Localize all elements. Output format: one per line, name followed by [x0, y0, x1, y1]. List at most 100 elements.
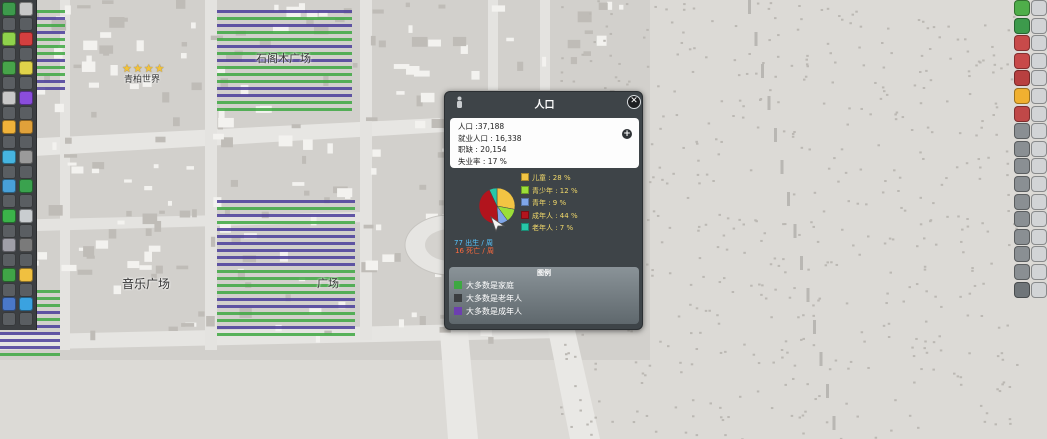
smiley-sub-icon[interactable]: [2, 46, 16, 61]
house-sub-icon[interactable]: [2, 76, 16, 90]
compass-icon[interactable]: [1014, 281, 1030, 298]
pipe-sub-icon[interactable]: [19, 282, 33, 297]
headphones-icon[interactable]: [2, 120, 16, 134]
person-icon[interactable]: [1014, 246, 1030, 263]
map-legend: 图例 大多数是家庭 大多数是老年人 大多数是成年人: [449, 267, 639, 324]
money-alt-icon[interactable]: [1031, 88, 1047, 104]
smiley-icon[interactable]: [2, 31, 16, 46]
box-alt-icon[interactable]: [1031, 140, 1047, 157]
leaf-icon[interactable]: [1014, 17, 1030, 34]
area-sub-icon[interactable]: [2, 223, 16, 238]
district-icon[interactable]: [2, 238, 16, 252]
bus-icon[interactable]: [1014, 35, 1030, 52]
camera-icon[interactable]: [1014, 176, 1030, 192]
landscaping-sub-icon[interactable]: [19, 194, 33, 208]
legend-color-swatch: [454, 281, 462, 289]
pencil-alt-icon[interactable]: [1031, 0, 1047, 16]
shop-alt-icon[interactable]: [1031, 158, 1047, 175]
alert-alt-icon[interactable]: [1031, 105, 1047, 122]
area-icon[interactable]: [2, 208, 16, 223]
factory-alt-icon[interactable]: [1031, 70, 1047, 87]
house-icon[interactable]: [2, 61, 16, 75]
map-label-landmark[interactable]: 青柏世界: [124, 72, 160, 85]
transport-icon[interactable]: [2, 267, 16, 282]
landscaping-icon[interactable]: [19, 179, 33, 193]
map-label-music-square[interactable]: 音乐广场: [122, 275, 170, 292]
close-button[interactable]: ✕: [627, 95, 641, 109]
document-sub-icon[interactable]: [19, 17, 33, 31]
smile-alt-icon[interactable]: [1031, 264, 1047, 280]
gear-alt-icon[interactable]: [1031, 123, 1047, 140]
map-label-south-square[interactable]: 广场: [317, 275, 339, 291]
left-toolbar: [0, 0, 37, 330]
pencil-icon[interactable]: [1014, 0, 1030, 16]
age-legend-label: 成年人 : 44 %: [532, 211, 578, 220]
zone-sub-icon[interactable]: [19, 76, 33, 90]
factory-icon[interactable]: [1014, 70, 1030, 87]
panel-title: 人口: [534, 100, 555, 111]
road-icon[interactable]: [19, 31, 33, 46]
employed-population: 就业人口 : 16,338: [458, 133, 522, 143]
circle-sub-icon[interactable]: [2, 17, 16, 31]
headphones-sub-icon[interactable]: [2, 135, 16, 149]
map-label-top-square[interactable]: 石阁木广场: [256, 50, 311, 66]
compass-alt-icon[interactable]: [1031, 281, 1047, 298]
circle-icon[interactable]: [2, 2, 16, 16]
alert-icon[interactable]: [1014, 105, 1030, 122]
age-legend-label: 青少年 : 12 %: [532, 186, 578, 195]
wrench-icon[interactable]: [19, 208, 33, 223]
road-arc-icon[interactable]: [19, 120, 33, 134]
home-alt-icon[interactable]: [1031, 52, 1047, 69]
camera-alt-icon[interactable]: [1031, 176, 1047, 192]
document-icon[interactable]: [19, 2, 33, 16]
smile-icon[interactable]: [1014, 264, 1030, 280]
fire-sub-icon[interactable]: [2, 194, 16, 208]
money-icon[interactable]: [1014, 88, 1030, 104]
age-legend-row: 老年人 : 7 %: [521, 223, 573, 233]
leaf-alt-icon[interactable]: [1031, 17, 1047, 34]
car-sub-icon[interactable]: [2, 105, 16, 120]
age-legend-label: 青年 : 9 %: [532, 199, 567, 207]
wrench-sub-icon[interactable]: [19, 223, 33, 238]
box-icon[interactable]: [1014, 140, 1030, 157]
age-color-swatch: [521, 210, 529, 219]
people-alt-icon[interactable]: [1031, 193, 1047, 210]
shop-icon[interactable]: [1014, 158, 1030, 175]
transport-sub-icon[interactable]: [2, 282, 16, 297]
population-panel: 人口 ✕ 人口 :37,188 就业人口 : 16,338 职缺 : 20,15…: [444, 91, 643, 330]
arrow-icon[interactable]: [19, 297, 33, 311]
water-drop-sub-icon[interactable]: [2, 164, 16, 179]
tree-icon[interactable]: [19, 149, 33, 164]
legend-row: 大多数是老年人: [454, 293, 522, 304]
fire-icon[interactable]: [2, 179, 16, 193]
bulldozer-sub-icon[interactable]: [2, 312, 16, 326]
zone-icon[interactable]: [19, 61, 33, 75]
tree-sub-icon[interactable]: [19, 164, 33, 179]
car-icon[interactable]: [2, 90, 16, 105]
person-alt-icon[interactable]: [1031, 246, 1047, 263]
road-arc-sub-icon[interactable]: [19, 135, 33, 149]
expand-button[interactable]: +: [622, 129, 632, 139]
age-color-swatch: [521, 173, 529, 181]
arrow-sub-icon[interactable]: [19, 312, 33, 326]
lock-sub-icon[interactable]: [19, 105, 33, 120]
gear-icon[interactable]: [1014, 123, 1030, 140]
pipe-icon[interactable]: [19, 267, 33, 282]
chart-icon[interactable]: [19, 238, 33, 252]
age-color-swatch: [521, 223, 529, 231]
mountain-icon[interactable]: [1014, 211, 1030, 228]
people-icon[interactable]: [1014, 193, 1030, 210]
chart-sub-icon[interactable]: [19, 253, 33, 267]
bus-alt-icon[interactable]: [1031, 35, 1047, 52]
bulldozer-icon[interactable]: [2, 297, 16, 311]
road-sub-icon[interactable]: [19, 46, 33, 61]
grid-icon[interactable]: [1014, 228, 1030, 245]
lock-icon[interactable]: [19, 90, 33, 105]
mountain-alt-icon[interactable]: [1031, 211, 1047, 228]
grid-alt-icon[interactable]: [1031, 228, 1047, 245]
water-drop-icon[interactable]: [2, 149, 16, 164]
deaths-per-week: 16 死亡 / 周: [455, 247, 494, 255]
legend-row: 大多数是成年人: [454, 306, 522, 317]
home-icon[interactable]: [1014, 52, 1030, 69]
district-sub-icon[interactable]: [2, 253, 16, 267]
